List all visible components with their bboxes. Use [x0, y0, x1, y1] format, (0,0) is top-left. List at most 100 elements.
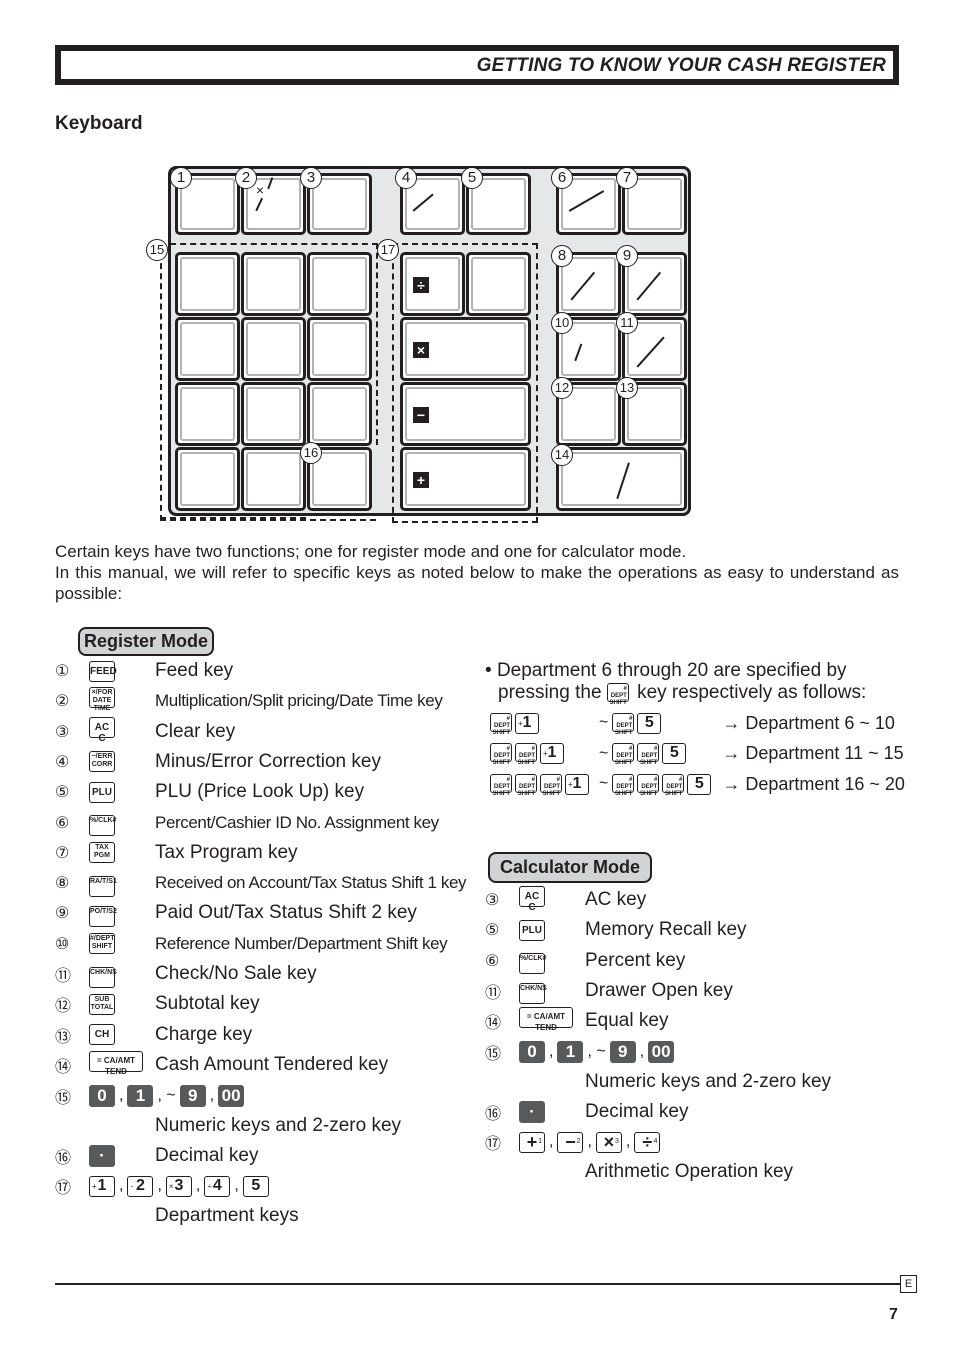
item-number: ⑯: [55, 1150, 72, 1167]
list-item: ⑩ #/DEPT SHIFT Reference Number/Department…: [55, 930, 448, 958]
key-description: Received on Account/Tax Status Shift 1 k…: [155, 873, 467, 893]
item-number: ⑯: [485, 1106, 502, 1123]
key-description: Check/No Sale key: [155, 963, 317, 984]
item-number: ②: [55, 693, 70, 711]
arithmetic-key-icon: −2: [557, 1131, 584, 1153]
dept-shift-key-icon: # DEPT SHIFT: [540, 773, 562, 797]
key-icon: = CA/AMT TEND: [519, 1007, 573, 1032]
numeric-key-icon: 0: [89, 1085, 115, 1107]
separator: ,: [195, 1177, 201, 1194]
callout-5: 5: [461, 167, 483, 189]
intro-line-2: In this manual, we will refer to specifi…: [55, 563, 899, 603]
item-number: ⑩: [55, 935, 70, 953]
item-number: ⑭: [485, 1015, 502, 1033]
dept-note-line-2a: pressing the: [498, 682, 602, 703]
separator: , ~: [157, 1087, 176, 1104]
key-description: Minus/Error Correction key: [155, 750, 381, 772]
intro-text: Certain keys have two functions; one for…: [55, 541, 899, 604]
list-item: ⑤ PLU PLU (Price Look Up) key: [55, 778, 364, 806]
list-item: ⑯ · Decimal key: [55, 1142, 258, 1170]
dept-note-line-2b: key respectively as follows:: [637, 682, 867, 703]
separator: ,: [119, 1087, 124, 1104]
key-description: Decimal key: [155, 1145, 259, 1166]
item-number: ⑫: [55, 998, 72, 1016]
department-range: → Department 16 ~ 20: [722, 773, 905, 794]
list-item: Department keys: [55, 1202, 299, 1230]
key-icon: %/CLK#: [89, 815, 116, 836]
key-icon: TAX PGM: [89, 842, 115, 864]
key-description: Paid Out/Tax Status Shift 2 key: [155, 902, 417, 924]
dept-shift-key-icon: # DEPT SHIFT: [490, 712, 512, 736]
callout-6: 6: [551, 167, 573, 189]
list-item: ⑮0,1, ~9, 00: [485, 1038, 675, 1066]
item-number: ⑪: [55, 968, 72, 985]
department-key-icon: +1: [565, 773, 589, 795]
callout-8: 8: [551, 245, 573, 267]
separator: ,: [549, 1043, 554, 1060]
item-number: ③: [55, 723, 70, 741]
item-number: ⑪: [485, 984, 502, 1002]
callout-16: 16: [300, 442, 322, 464]
separator: ~: [599, 714, 609, 731]
key-description: Multiplication/Split pricing/Date Time k…: [155, 691, 443, 711]
item-number: ⑦: [55, 844, 70, 862]
dept-shift-key-icon: # DEPT SHIFT: [637, 743, 660, 766]
department-key-icon: +1: [540, 743, 564, 764]
numeric-group-outline-bottom: [160, 517, 306, 519]
department-note: • Department 6 through 20 are specified …: [485, 660, 867, 706]
item-number: ⑥: [55, 814, 70, 832]
key-description: Feed key: [155, 660, 234, 681]
item-number: ⑮: [485, 1046, 502, 1063]
key-description: Department keys: [155, 1205, 299, 1226]
department-group-outline: [392, 243, 538, 523]
separator: ,: [234, 1177, 239, 1194]
key-description: Decimal key: [585, 1101, 689, 1122]
callout-1: 1: [170, 167, 192, 189]
item-number: ④: [55, 753, 70, 771]
item-number: ⑤: [55, 784, 70, 802]
dept-shift-key-icon: # DEPT SHIFT: [612, 743, 635, 766]
callout-9: 9: [616, 245, 638, 267]
dept-shift-key-icon: # DEPT SHIFT: [515, 743, 537, 766]
department-key-icon: +1: [515, 712, 539, 734]
list-item: ③ AC C AC key: [485, 885, 646, 914]
list-item: ⑰ +1, -2, × 3, ÷ 4, 5: [55, 1172, 269, 1200]
list-item: ⑪ CHK/NS Check/No Sale key: [55, 960, 317, 988]
key-icon: PLU: [89, 781, 115, 803]
item-number: ⑥: [485, 952, 500, 970]
callout-10: 10: [551, 312, 573, 334]
numeric-group-outline-top: [170, 243, 378, 445]
key-description: Memory Recall key: [585, 919, 747, 941]
department-key-icon: 5: [242, 1175, 269, 1197]
numeric-key-icon: 1: [127, 1085, 154, 1107]
footer-rule: [55, 1283, 900, 1285]
list-item: ⑦ TAX PGM Tax Program key: [55, 839, 298, 867]
list-item: ⑫ SUB TOTAL Subtotal key: [55, 990, 260, 1018]
callout-3: 3: [300, 167, 322, 189]
callout-17: 17: [377, 239, 399, 261]
list-item: # DEPT SHIFT# DEPT SHIFT +1 ~ # DEPT SHIFT# DEPT SH…: [490, 740, 904, 768]
list-item: ⑧ RA/T/S1 Received on Account/Tax Status S…: [55, 869, 467, 897]
separator: ~: [599, 744, 609, 762]
key-cash-amount-tendered: [556, 447, 687, 511]
numeric-key-icon: 1: [557, 1041, 584, 1063]
list-item: ④ −/ERR CORR Minus/Error Correction key: [55, 748, 381, 776]
department-key-icon: 5: [662, 743, 687, 764]
key-description: Arithmetic Operation key: [585, 1161, 794, 1182]
key-icon: #/DEPT SHIFT: [89, 933, 115, 955]
list-item: ⑭ = CA/AMT TEND Cash Amount Tendered key: [55, 1050, 388, 1079]
callout-14: 14: [551, 444, 573, 466]
key-description: Reference Number/Department Shift key: [155, 933, 448, 953]
key-description: Tax Program key: [155, 841, 298, 863]
list-item: ⑥ %/CLK# Percent/Cashier ID No. Assignment…: [55, 809, 439, 837]
intro-line-1: Certain keys have two functions; one for…: [55, 542, 687, 561]
list-item: ⑤ PLU Memory Recall key: [485, 916, 747, 944]
key-description: PLU (Price Look Up) key: [155, 781, 365, 803]
key-description: Drawer Open key: [585, 979, 733, 1001]
separator: ,: [157, 1177, 162, 1194]
dept-shift-key-icon: # DEPT SHIFT: [490, 743, 512, 766]
callout-11: 11: [616, 312, 638, 334]
key-icon: AC C: [519, 885, 545, 913]
arithmetic-key-icon: ÷ 4: [634, 1131, 661, 1153]
item-number: ⑬: [55, 1028, 72, 1046]
